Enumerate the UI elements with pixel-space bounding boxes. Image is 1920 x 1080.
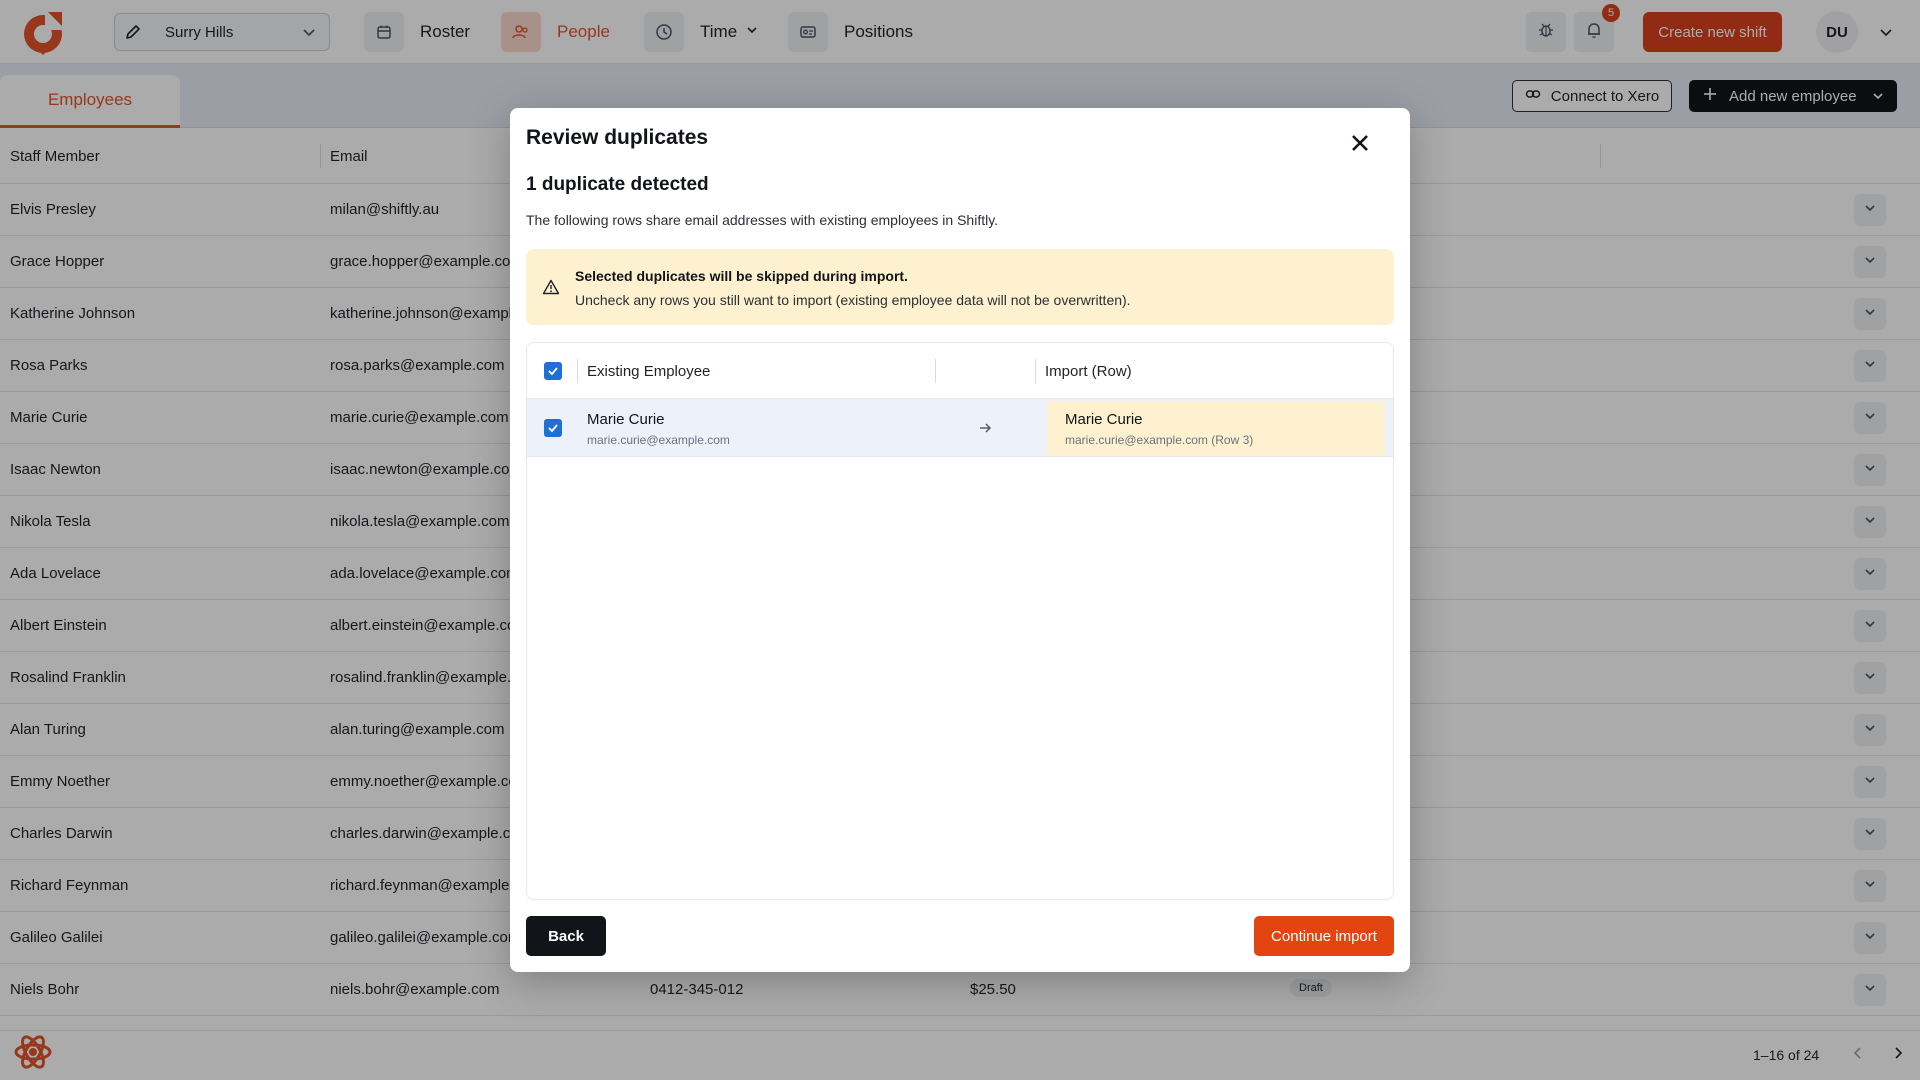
existing-employee-email: marie.curie@example.com xyxy=(587,433,730,447)
warning-icon xyxy=(542,279,560,300)
close-modal-button[interactable] xyxy=(1342,126,1378,162)
duplicate-description: The following rows share email addresses… xyxy=(526,212,999,228)
continue-import-button[interactable]: Continue import xyxy=(1254,916,1394,956)
existing-employee-name: Marie Curie xyxy=(587,411,665,428)
close-icon xyxy=(1350,133,1370,156)
skip-duplicates-alert: Selected duplicates will be skipped duri… xyxy=(526,249,1394,325)
alert-body: Uncheck any rows you still want to impor… xyxy=(575,292,1131,308)
column-header-import-row: Import (Row) xyxy=(1045,363,1132,380)
select-all-checkbox[interactable] xyxy=(544,362,562,380)
back-button[interactable]: Back xyxy=(526,916,606,956)
review-duplicates-modal: Review duplicates 1 duplicate detected T… xyxy=(510,108,1410,972)
arrow-right-icon xyxy=(978,421,992,440)
column-divider xyxy=(935,359,936,383)
duplicates-table-header: Existing Employee Import (Row) xyxy=(527,343,1393,399)
column-divider xyxy=(1035,359,1036,383)
duplicates-table: Existing Employee Import (Row) Marie Cur… xyxy=(526,342,1394,900)
column-divider xyxy=(577,359,578,383)
alert-title: Selected duplicates will be skipped duri… xyxy=(575,268,908,284)
duplicate-row-checkbox[interactable] xyxy=(544,419,562,437)
import-row-name: Marie Curie xyxy=(1065,411,1143,428)
import-row-email: marie.curie@example.com (Row 3) xyxy=(1065,433,1254,447)
column-header-existing-employee: Existing Employee xyxy=(587,363,711,380)
duplicate-row[interactable]: Marie Curie marie.curie@example.com Mari… xyxy=(527,399,1393,457)
duplicate-count-heading: 1 duplicate detected xyxy=(526,174,709,195)
modal-title: Review duplicates xyxy=(526,126,709,149)
import-row-cell: Marie Curie marie.curie@example.com (Row… xyxy=(1047,401,1385,455)
